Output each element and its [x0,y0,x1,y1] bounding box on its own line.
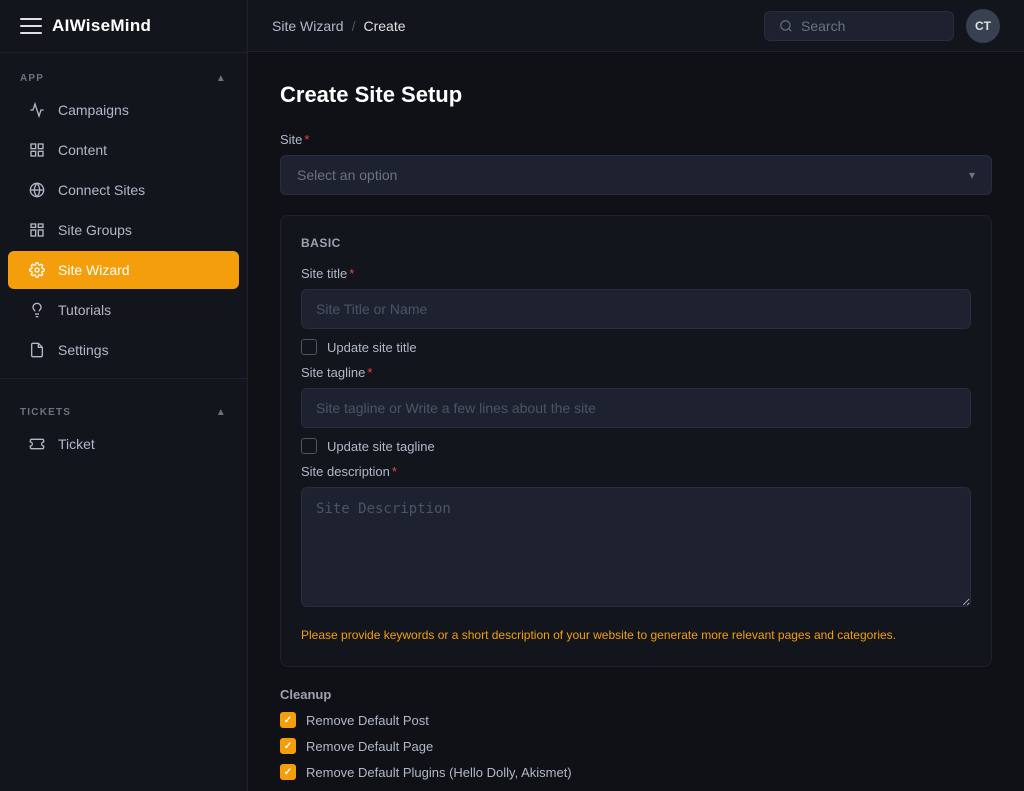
sidebar-item-settings[interactable]: Settings [8,331,239,369]
remove-default-plugins-checkbox[interactable] [280,764,296,780]
remove-default-post-label: Remove Default Post [306,713,429,728]
section-tickets-chevron: ▲ [216,407,227,418]
content-icon [28,141,46,159]
breadcrumb-separator: / [352,18,356,34]
sidebar-item-tutorials-label: Tutorials [58,302,111,318]
update-site-title-label: Update site title [327,340,417,355]
basic-section: Basic Site title* Update site title Site… [280,215,992,667]
site-select-value: Select an option [297,167,397,183]
sidebar-item-content[interactable]: Content [8,131,239,169]
site-tagline-input[interactable] [301,388,971,428]
sidebar-logo[interactable]: AIWiseMind [0,0,247,53]
breadcrumb: Site Wizard / Create [272,18,406,34]
site-tagline-label: Site tagline* [301,365,971,380]
sidebar-item-tutorials[interactable]: Tutorials [8,291,239,329]
grid-icon [28,221,46,239]
chevron-down-icon: ▾ [969,168,975,182]
sidebar-item-settings-label: Settings [58,342,109,358]
sidebar: AIWiseMind APP ▲ Campaigns Content Conne… [0,0,248,791]
search-icon [779,19,793,33]
update-site-title-row: Update site title [301,339,971,355]
gear-icon [28,261,46,279]
ticket-icon [28,435,46,453]
breadcrumb-parent[interactable]: Site Wizard [272,18,344,34]
avatar[interactable]: CT [966,9,1000,43]
remove-default-post-checkbox[interactable] [280,712,296,728]
sidebar-divider [0,378,247,379]
sidebar-item-ticket[interactable]: Ticket [8,425,239,463]
sidebar-item-site-wizard-label: Site Wizard [58,262,130,278]
site-description-textarea[interactable] [301,487,971,607]
update-site-tagline-checkbox[interactable] [301,438,317,454]
section-app-chevron: ▲ [216,73,227,84]
page-title: Create Site Setup [280,82,992,108]
remove-default-page-label: Remove Default Page [306,739,433,754]
update-site-title-checkbox[interactable] [301,339,317,355]
site-title-label: Site title* [301,266,971,281]
site-description-label: Site description* [301,464,971,479]
update-site-tagline-label: Update site tagline [327,439,435,454]
sidebar-item-ticket-label: Ticket [58,436,95,452]
sidebar-item-site-groups[interactable]: Site Groups [8,211,239,249]
remove-default-page-row: Remove Default Page [280,738,992,754]
site-title-input[interactable] [301,289,971,329]
app-name: AIWiseMind [52,16,151,36]
sidebar-item-site-wizard[interactable]: Site Wizard [8,251,239,289]
description-hint: Please provide keywords or a short descr… [301,628,971,642]
topbar: Site Wizard / Create CT [248,0,1024,52]
update-site-tagline-row: Update site tagline [301,438,971,454]
settings-icon [28,341,46,359]
topbar-right: CT [764,9,1000,43]
breadcrumb-current: Create [363,18,405,34]
content-area: Create Site Setup Site* Select an option… [248,52,1024,791]
sidebar-item-campaigns-label: Campaigns [58,102,129,118]
sidebar-item-connect-sites[interactable]: Connect Sites [8,171,239,209]
main-area: Site Wizard / Create CT Create Site Setu… [248,0,1024,791]
sidebar-item-content-label: Content [58,142,107,158]
search-input[interactable] [801,18,939,34]
site-select[interactable]: Select an option ▾ [280,155,992,195]
sidebar-item-site-groups-label: Site Groups [58,222,132,238]
search-box[interactable] [764,11,954,41]
remove-default-post-row: Remove Default Post [280,712,992,728]
section-app-label: APP ▲ [0,53,247,90]
hamburger-icon[interactable] [20,18,42,34]
remove-default-plugins-label: Remove Default Plugins (Hello Dolly, Aki… [306,765,572,780]
basic-section-title: Basic [301,236,971,250]
sidebar-item-campaigns[interactable]: Campaigns [8,91,239,129]
globe-icon [28,181,46,199]
remove-default-page-checkbox[interactable] [280,738,296,754]
sidebar-item-connect-sites-label: Connect Sites [58,182,145,198]
cleanup-title: Cleanup [280,687,992,702]
section-tickets-label: TICKETS ▲ [0,387,247,424]
remove-default-plugins-row: Remove Default Plugins (Hello Dolly, Aki… [280,764,992,780]
campaigns-icon [28,101,46,119]
bulb-icon [28,301,46,319]
site-label: Site* [280,132,992,147]
